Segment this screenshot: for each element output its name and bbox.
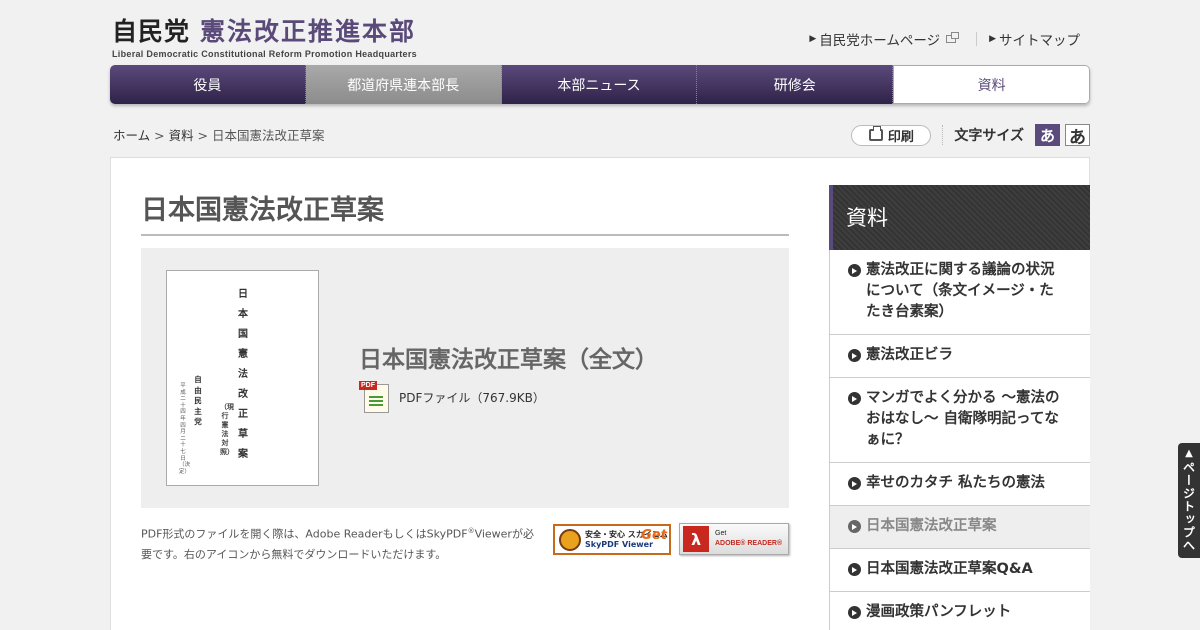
- skypdf-download-badge[interactable]: 安全・安心 スカイコム SkyPDF Viewer Get: [553, 524, 671, 555]
- page-top-button[interactable]: ▲ ページトップへ: [1178, 443, 1200, 558]
- font-size-label: 文字サイズ: [954, 128, 1024, 144]
- breadcrumb-materials[interactable]: 資料: [169, 128, 194, 143]
- arrow-circle-icon: [848, 563, 861, 576]
- sidebar-item-label: 幸せのカタチ 私たちの憲法: [866, 475, 1046, 491]
- arrow-circle-icon: [848, 606, 861, 619]
- sidebar-item-manga-pamphlet[interactable]: 漫画政策パンフレット: [829, 592, 1090, 630]
- nav-item-prefectural-heads[interactable]: 都道府県連本部長: [305, 65, 502, 104]
- page-tools: 印刷 文字サイズ あ あ: [851, 124, 1090, 148]
- logo-party-name: 自民党: [112, 17, 191, 46]
- cover-title: 日本国憲法改正草案: [238, 289, 248, 460]
- pdf-file-label: PDFファイル（767.9KB）: [399, 390, 545, 405]
- sidebar-heading: 資料: [829, 185, 1090, 250]
- sidebar-item-draft-qa[interactable]: 日本国憲法改正草案Q&A: [829, 549, 1090, 592]
- cover-date: 平成二十四年四月二十七日（決定）: [179, 383, 191, 475]
- pdf-file-icon: PDF: [359, 381, 391, 413]
- sidebar-item-label: 憲法改正に関する議論の状況について（条文イメージ・たたき台素案）: [866, 262, 1055, 320]
- arrow-circle-icon: [848, 392, 861, 405]
- sidebar-item-draft-amendment[interactable]: 日本国憲法改正草案: [829, 506, 1090, 549]
- content-area: 日本国憲法改正草案 日本国憲法改正草案 （現行憲法対照） 自由民主党 平成二十四…: [110, 157, 1090, 630]
- nav-item-news[interactable]: 本部ニュース: [501, 65, 698, 104]
- document-title: 日本国憲法改正草案（全文）: [359, 347, 658, 373]
- skypdf-badge-get: Get: [641, 528, 667, 543]
- breadcrumb-current: 日本国憲法改正草案: [212, 128, 325, 143]
- adobe-badge-get: Get: [715, 530, 727, 537]
- arrow-circle-icon: [848, 520, 861, 533]
- sidebar-item-discussion-status[interactable]: 憲法改正に関する議論の状況について（条文イメージ・たたき台素案）: [829, 250, 1090, 335]
- adobe-logo-icon: λ: [683, 526, 709, 552]
- skycom-logo-icon: [559, 528, 581, 551]
- sidebar: 資料 憲法改正に関する議論の状況について（条文イメージ・たたき台素案） 憲法改正…: [829, 185, 1090, 630]
- header-links: ▶ 自民党ホームページ ▶ サイトマップ: [809, 29, 1080, 49]
- arrow-circle-icon: [848, 264, 861, 277]
- sidebar-item-label: 漫画政策パンフレット: [866, 604, 1012, 620]
- breadcrumb-home[interactable]: ホーム: [113, 128, 150, 143]
- ldp-homepage-link[interactable]: 自民党ホームページ: [819, 29, 940, 49]
- nav-item-training[interactable]: 研修会: [697, 65, 894, 104]
- document-cover-thumbnail[interactable]: 日本国憲法改正草案 （現行憲法対照） 自由民主党 平成二十四年四月二十七日（決定…: [166, 270, 319, 486]
- arrow-circle-icon: [848, 349, 861, 362]
- global-nav: 役員 都道府県連本部長 本部ニュース 研修会 資料: [110, 65, 1090, 104]
- font-size-small-button[interactable]: あ: [1035, 124, 1060, 146]
- nav-item-materials[interactable]: 資料: [893, 65, 1090, 104]
- sidebar-item-flyer[interactable]: 憲法改正ビラ: [829, 335, 1090, 378]
- print-button[interactable]: 印刷: [851, 124, 932, 146]
- cover-subtitle: （現行憲法対照）: [220, 403, 234, 456]
- sidebar-item-manga-sdf[interactable]: マンガでよく分かる ～憲法のおはなし～ 自衛隊明記ってなぁに？: [829, 378, 1090, 463]
- print-label: 印刷: [887, 129, 914, 145]
- adobe-reader-download-badge[interactable]: λ Get ADOBE® READER®: [679, 523, 789, 555]
- page-title: 日本国憲法改正草案: [141, 188, 789, 236]
- breadcrumb: ホーム > 資料 > 日本国憲法改正草案: [113, 125, 325, 144]
- chevron-right-icon: ▶: [809, 34, 817, 44]
- sidebar-item-label: 日本国憲法改正草案: [866, 518, 997, 534]
- sidebar-item-label: 憲法改正ビラ: [866, 347, 953, 363]
- arrow-circle-icon: [848, 477, 861, 490]
- document-panel: 日本国憲法改正草案 （現行憲法対照） 自由民主党 平成二十四年四月二十七日（決定…: [141, 248, 789, 508]
- logo-english-name: Liberal Democratic Constitutional Reform…: [112, 49, 417, 59]
- divider: [976, 32, 978, 46]
- logo-hq-name: 憲法改正推進本部: [200, 17, 417, 46]
- cover-party: 自由民主党: [194, 375, 202, 426]
- nav-item-officers[interactable]: 役員: [110, 65, 306, 104]
- printer-icon: [868, 126, 883, 141]
- font-size-large-button[interactable]: あ: [1065, 124, 1090, 148]
- pdf-download-link[interactable]: PDF PDFファイル（767.9KB）: [359, 381, 545, 413]
- divider: [942, 125, 944, 145]
- site-logo[interactable]: 自民党 憲法改正推進本部 Liberal Democratic Constitu…: [112, 12, 417, 59]
- page-top-label: ページトップへ: [1181, 461, 1196, 552]
- pdf-icon-label: PDF: [359, 381, 377, 390]
- chevron-up-icon: ▲: [1185, 448, 1193, 459]
- breadcrumb-separator: >: [193, 128, 212, 143]
- chevron-right-icon: ▶: [989, 34, 996, 44]
- sidebar-item-label: マンガでよく分かる ～憲法のおはなし～ 自衛隊明記ってなぁに？: [866, 390, 1060, 448]
- sidebar-item-shape-of-happiness[interactable]: 幸せのカタチ 私たちの憲法: [829, 463, 1090, 506]
- pdf-viewer-note: PDF形式のファイルを開く際は、Adobe ReaderもしくはSkyPDF®V…: [141, 527, 534, 561]
- adobe-badge-product: ADOBE® READER®: [715, 540, 783, 547]
- sitemap-link[interactable]: サイトマップ: [999, 29, 1080, 49]
- sidebar-item-label: 日本国憲法改正草案Q&A: [866, 561, 1033, 577]
- breadcrumb-separator: >: [150, 128, 169, 143]
- external-link-icon: [946, 32, 960, 43]
